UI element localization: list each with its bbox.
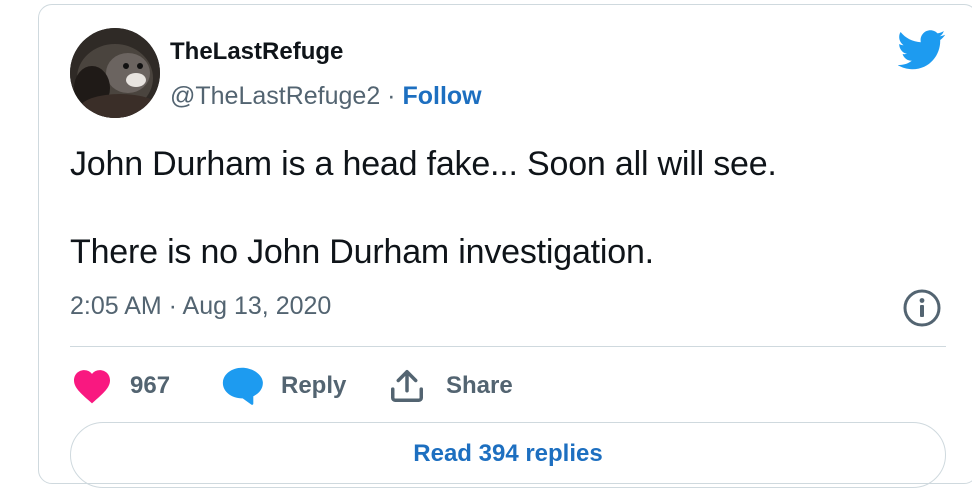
- share-icon: [391, 370, 423, 402]
- tweet-timestamp[interactable]: 2:05 AM · Aug 13, 2020: [70, 292, 331, 321]
- like-button[interactable]: 967: [72, 366, 170, 406]
- share-button[interactable]: Share: [388, 366, 513, 406]
- avatar[interactable]: [70, 28, 160, 118]
- tweet-text-line-1: John Durham is a head fake... Soon all w…: [70, 145, 777, 183]
- avatar-image: [70, 28, 160, 118]
- handle-separator: ·: [380, 82, 403, 110]
- tweet-text-line-2: There is no John Durham investigation.: [70, 233, 654, 271]
- reply-bubble-icon: [222, 367, 263, 405]
- like-count: 967: [130, 372, 171, 399]
- share-label: Share: [446, 372, 513, 399]
- read-replies-label: Read 394 replies: [413, 440, 603, 467]
- heart-icon: [74, 370, 110, 404]
- handle-line: @TheLastRefuge2 · Follow: [170, 82, 482, 111]
- follow-button[interactable]: Follow: [402, 82, 481, 110]
- divider: [70, 346, 946, 347]
- reply-button[interactable]: Reply: [221, 366, 346, 406]
- author-name[interactable]: TheLastRefuge: [170, 38, 343, 66]
- author-handle[interactable]: @TheLastRefuge2: [170, 82, 380, 110]
- read-replies-button[interactable]: Read 394 replies: [70, 422, 946, 488]
- info-icon[interactable]: [903, 289, 941, 327]
- twitter-bird-icon[interactable]: [897, 30, 946, 70]
- reply-label: Reply: [281, 372, 347, 399]
